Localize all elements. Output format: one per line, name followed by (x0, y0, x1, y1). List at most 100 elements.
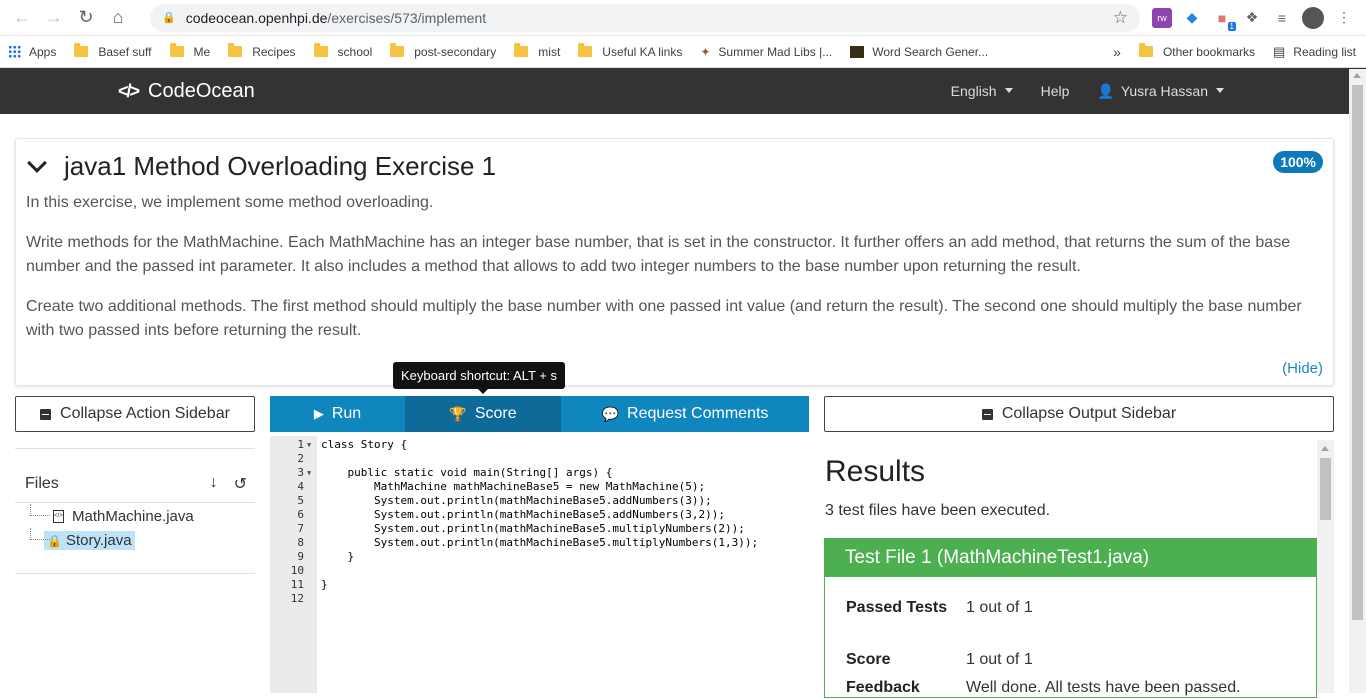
bookmark-folder[interactable]: school (313, 43, 372, 59)
profile-avatar[interactable] (1302, 6, 1324, 29)
code-line[interactable]: 12 (270, 592, 809, 606)
file-name: MathMachine.java (72, 507, 194, 525)
browser-toolbar: ← → ↻ ⌂ 🔒 codeocean.openhpi.de/exercises… (0, 0, 1366, 36)
code-editor[interactable]: 1 ▼ class Story {2 3 ▼ public static void ma… (270, 436, 809, 693)
file-name: Story.java (65, 531, 132, 549)
code-line[interactable]: 1 ▼ class Story { (270, 438, 809, 452)
code-line[interactable]: 6 System.out.println(mathMachineBase5.ad… (270, 508, 809, 522)
bookmark-folder[interactable]: Useful KA links (578, 43, 682, 59)
code-line[interactable]: 2 (270, 452, 809, 466)
code-line[interactable]: 7 System.out.println(mathMachineBase5.mu… (270, 522, 809, 536)
file-tree-item[interactable]: </> MathMachine.java (15, 504, 255, 528)
description-paragraph: Create two additional methods. The first… (26, 298, 1302, 339)
folder-icon (74, 43, 89, 57)
line-number: 5 (297, 494, 304, 507)
puzzle-icon[interactable]: ❖ (1242, 8, 1262, 28)
bookmark-label: Me (193, 44, 211, 59)
home-icon[interactable]: ⌂ (104, 4, 132, 32)
bookmark-apps[interactable]: Apps (8, 45, 56, 59)
bookmarks-bar: Apps Basef suff Me Recipes school post-s… (0, 36, 1366, 68)
lock-icon: 🔒 (162, 12, 176, 24)
score-badge: 100% (1273, 151, 1323, 173)
run-button[interactable]: ▶ Run (270, 396, 406, 432)
bookmark-folder[interactable]: Me (169, 43, 211, 59)
file-tree-item[interactable]: 🔒 Story.java (15, 528, 255, 552)
code-text: System.out.println(mathMachineBase5.addN… (321, 508, 725, 521)
download-arrow-icon[interactable]: ↓ (210, 474, 218, 494)
folder-icon (514, 43, 529, 57)
fold-arrow-icon[interactable]: ▼ (307, 438, 311, 452)
code-text: } (321, 550, 355, 563)
passed-tests-value: 1 out of 1 (966, 599, 1033, 616)
code-line[interactable]: 10 (270, 564, 809, 578)
code-line[interactable]: 8 System.out.println(mathMachineBase5.mu… (270, 536, 809, 550)
more-bookmarks-icon[interactable]: » (1113, 44, 1121, 60)
bookmark-star-icon[interactable]: ☆ (1113, 8, 1128, 28)
word-search-favicon-icon (850, 45, 865, 58)
selected-file[interactable]: 🔒 Story.java (44, 530, 135, 550)
line-number: 12 (290, 592, 304, 605)
bookmark-folder[interactable]: mist (514, 43, 561, 59)
bookmark-folder[interactable]: Basef suff (74, 43, 152, 59)
request-comments-button[interactable]: 💬 Request Comments (561, 396, 809, 432)
reload-icon[interactable]: ↻ (72, 4, 100, 32)
button-label: Collapse Action Sidebar (60, 405, 230, 422)
exercise-description-card: java1 Method Overloading Exercise 1 100%… (15, 138, 1334, 386)
brand-link[interactable]: </> CodeOcean (118, 80, 255, 103)
address-bar[interactable]: 🔒 codeocean.openhpi.de/exercises/573/imp… (150, 3, 1140, 32)
exercise-title-toggle[interactable]: java1 Method Overloading Exercise 1 (26, 151, 496, 182)
scrollbar-thumb[interactable] (1352, 85, 1363, 620)
menu-kebab-icon[interactable]: ⋮ (1334, 8, 1354, 28)
bookmark-link[interactable]: Word Search Gener... (850, 45, 988, 59)
collapse-action-sidebar-button[interactable]: Collapse Action Sidebar (15, 396, 255, 432)
bookmark-link[interactable]: ✦ Summer Mad Libs |... (700, 45, 832, 59)
scroll-up-arrow-icon[interactable] (1321, 446, 1329, 451)
results-summary: 3 test files have been executed. (825, 502, 1051, 519)
extension-badge-icon[interactable]: ■ 1 (1212, 8, 1236, 31)
extension-icon[interactable]: rw (1152, 7, 1172, 28)
page-scrollbar[interactable] (1349, 69, 1366, 693)
user-menu[interactable]: 👤 Yusra Hassan (1097, 83, 1224, 100)
results-title: Results (825, 455, 926, 488)
other-bookmarks[interactable]: Other bookmarks (1138, 43, 1255, 59)
back-arrow-icon[interactable]: ← (8, 4, 36, 32)
line-number: 10 (290, 564, 304, 577)
hide-description-link[interactable]: (Hide) (1282, 360, 1323, 377)
minus-square-icon (981, 408, 993, 420)
help-link[interactable]: Help (1041, 83, 1070, 99)
line-number: 7 (297, 522, 304, 535)
history-icon[interactable]: ↺ (234, 474, 247, 494)
code-text: } (321, 578, 328, 591)
divider (15, 448, 255, 449)
code-text: MathMachine mathMachineBase5 = new MathM… (321, 480, 706, 493)
java-file-icon: </> (53, 509, 64, 523)
extensions: rw ◆ ■ 1 ❖ ≡ ⋮ (1152, 6, 1354, 31)
media-queue-icon[interactable]: ≡ (1272, 8, 1292, 28)
code-line[interactable]: 4 MathMachine mathMachineBase5 = new Mat… (270, 480, 809, 494)
collapse-output-sidebar-button[interactable]: Collapse Output Sidebar (824, 396, 1334, 432)
bookmark-folder[interactable]: Recipes (228, 43, 296, 59)
bookmark-label: mist (538, 44, 561, 59)
code-line[interactable]: 9 } (270, 550, 809, 564)
folder-icon (1138, 43, 1153, 57)
fold-arrow-icon[interactable]: ▼ (307, 466, 311, 480)
extension-diamond-icon[interactable]: ◆ (1182, 8, 1202, 28)
output-scrollbar[interactable] (1317, 440, 1334, 693)
bookmark-folder[interactable]: post-secondary (390, 43, 496, 59)
code-line[interactable]: 5 System.out.println(mathMachineBase5.ad… (270, 494, 809, 508)
exercise-description: In this exercise, we implement some meth… (26, 191, 1323, 359)
scroll-up-arrow-icon[interactable] (1353, 73, 1361, 78)
code-line[interactable]: 11} (270, 578, 809, 592)
apps-grid-icon (8, 45, 21, 58)
code-line[interactable]: 3 ▼ public static void main(String[] args… (270, 466, 809, 480)
language-dropdown[interactable]: English (951, 83, 1013, 99)
comment-icon: 💬 (601, 405, 620, 422)
user-name: Yusra Hassan (1120, 82, 1208, 99)
file-tree: </> MathMachine.java 🔒 Story.java (15, 504, 255, 552)
scrollbar-thumb[interactable] (1320, 458, 1331, 520)
forward-arrow-icon[interactable]: → (40, 4, 68, 32)
passed-tests-row: Passed Tests 1 out of 1 (846, 597, 1033, 619)
reading-list[interactable]: ▤ Reading list (1273, 44, 1356, 60)
score-button[interactable]: 🏆 Score (406, 396, 561, 432)
description-paragraph: In this exercise, we implement some meth… (26, 194, 434, 211)
